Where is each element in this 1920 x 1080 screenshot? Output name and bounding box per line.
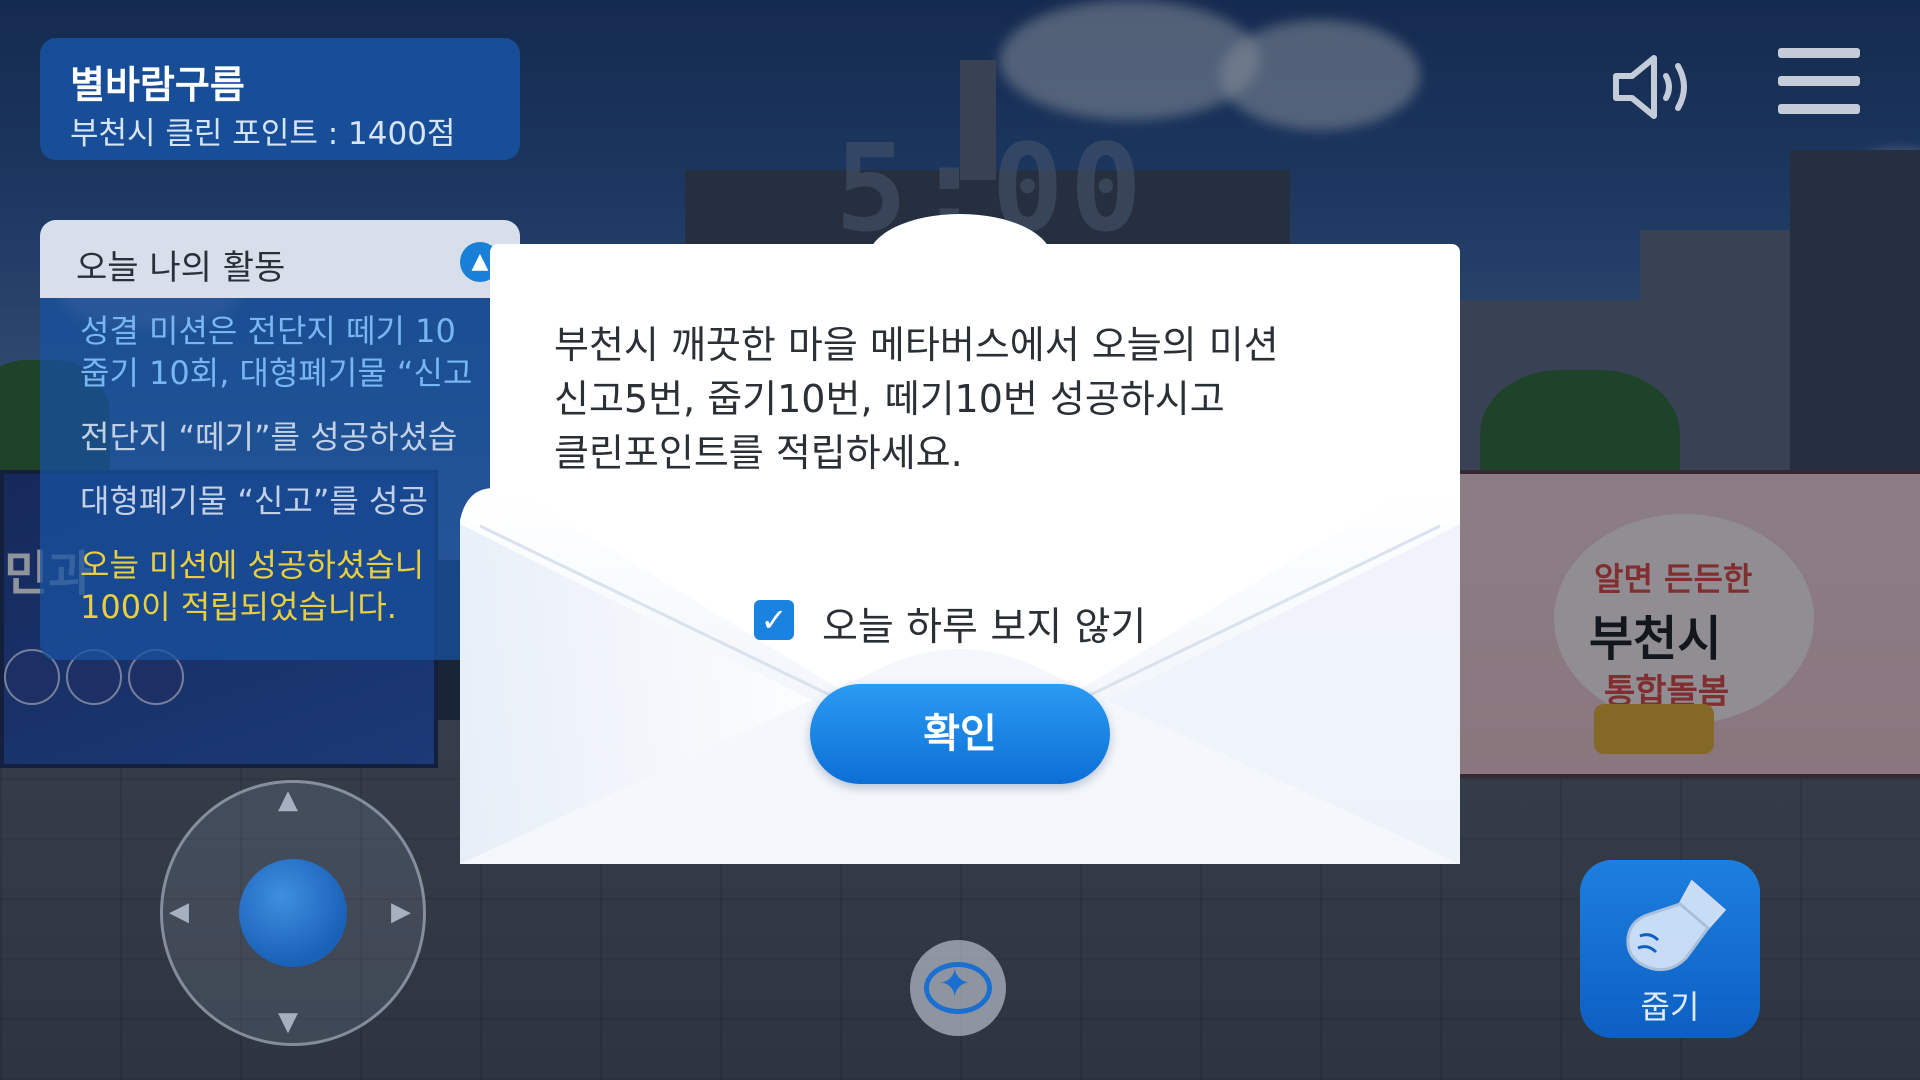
player-card: 별바람구름 부천시 클린 포인트 : 1400점 bbox=[40, 38, 520, 160]
arrow-right-icon: ▶ bbox=[391, 897, 411, 927]
compass-icon[interactable]: ✦ bbox=[910, 940, 1006, 1036]
activity-item: 성결 미션은 전단지 떼기 10 bbox=[80, 312, 456, 350]
activity-title: 오늘 나의 활동 bbox=[76, 248, 286, 288]
modal-message: 부천시 깨끗한 마을 메타버스에서 오늘의 미션 신고5번, 줍기10번, 떼기… bbox=[554, 318, 1394, 480]
message-line: 클린포인트를 적립하세요. bbox=[554, 431, 963, 475]
activity-item: 오늘 미션에 성공하셨습니 bbox=[80, 546, 425, 584]
activity-panel: 오늘 나의 활동 ▲ 성결 미션은 전단지 떼기 10 줍기 10회, 대형폐기… bbox=[40, 220, 520, 660]
activity-header[interactable]: 오늘 나의 활동 ▲ bbox=[40, 220, 520, 298]
dont-show-today-label[interactable]: 오늘 하루 보지 않기 bbox=[822, 596, 1146, 652]
speaker-icon[interactable] bbox=[1610, 52, 1700, 122]
joystick-knob[interactable] bbox=[239, 859, 347, 967]
player-name: 별바람구름 bbox=[70, 63, 245, 107]
hand-pickup-icon bbox=[1626, 879, 1727, 972]
activity-item: 대형폐기물 “신고”를 성공 bbox=[80, 482, 428, 520]
checkmark-icon: ✓ bbox=[760, 601, 788, 639]
activity-item: 줍기 10회, 대형폐기물 “신고 bbox=[80, 354, 473, 392]
movement-joystick[interactable]: ▲ ▼ ◀ ▶ bbox=[160, 780, 426, 1046]
activity-item: 100이 적립되었습니다. bbox=[80, 588, 397, 626]
pickup-label: 줍기 bbox=[1640, 988, 1700, 1026]
dont-show-today-checkbox[interactable]: ✓ bbox=[754, 600, 794, 640]
message-line: 신고5번, 줍기10번, 떼기10번 성공하시고 bbox=[554, 377, 1225, 421]
arrow-up-icon: ▲ bbox=[278, 785, 298, 815]
compass-star-icon: ✦ bbox=[938, 961, 972, 1007]
mission-notice-modal: 부천시 깨끗한 마을 메타버스에서 오늘의 미션 신고5번, 줍기10번, 떼기… bbox=[460, 214, 1460, 864]
pickup-button[interactable]: 줍기 bbox=[1580, 860, 1760, 1038]
arrow-down-icon: ▼ bbox=[278, 1007, 298, 1037]
hamburger-menu-icon[interactable] bbox=[1778, 48, 1860, 114]
clean-points: 부천시 클린 포인트 : 1400점 bbox=[70, 116, 456, 152]
arrow-left-icon: ◀ bbox=[169, 897, 189, 927]
confirm-button[interactable]: 확인 bbox=[810, 684, 1110, 784]
activity-item: 전단지 “떼기”를 성공하셨습 bbox=[80, 418, 458, 456]
message-line: 부천시 깨끗한 마을 메타버스에서 오늘의 미션 bbox=[554, 323, 1279, 367]
activity-list: 성결 미션은 전단지 떼기 10 줍기 10회, 대형폐기물 “신고 전단지 “… bbox=[80, 312, 520, 628]
